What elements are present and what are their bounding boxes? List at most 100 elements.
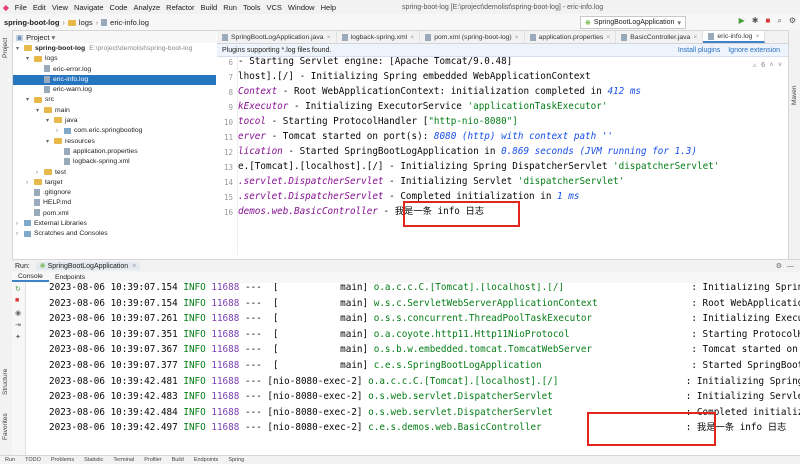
- menu-run[interactable]: Run: [220, 3, 240, 12]
- minimize-icon[interactable]: —: [787, 263, 794, 270]
- menu-help[interactable]: Help: [318, 3, 339, 12]
- menu-code[interactable]: Code: [107, 3, 131, 12]
- tree-item[interactable]: › target: [13, 178, 216, 188]
- tree-item[interactable]: ▾ spring-boot-log E:\project\demolist\spri…: [13, 44, 216, 54]
- chevron-icon[interactable]: ›: [26, 178, 34, 188]
- status-tool-spring[interactable]: Spring: [223, 457, 249, 463]
- editor-tab[interactable]: application.properties ×: [525, 31, 617, 43]
- chevron-icon[interactable]: ›: [56, 126, 64, 136]
- tree-item[interactable]: logback-spring.xml: [13, 157, 216, 167]
- rerun-icon[interactable]: ↻: [15, 285, 21, 293]
- folder-icon: [24, 45, 32, 52]
- tree-item[interactable]: pom.xml: [13, 209, 216, 219]
- editor-line: kExecutor - Initializing ExecutorService…: [238, 101, 608, 112]
- tree-item[interactable]: › Scratches and Consoles: [13, 229, 216, 239]
- tree-item[interactable]: › External Libraries: [13, 219, 216, 229]
- camera-icon[interactable]: ◉: [15, 309, 21, 317]
- tree-item[interactable]: eric-warn.log: [13, 85, 216, 95]
- status-tool-profiler[interactable]: Profiler: [139, 457, 166, 463]
- close-icon[interactable]: ×: [327, 34, 331, 41]
- tree-item[interactable]: eric-info.log: [13, 74, 216, 86]
- breadcrumb-file[interactable]: eric-info.log: [99, 18, 151, 27]
- chevron-icon[interactable]: ›: [36, 168, 44, 178]
- chevron-down-icon[interactable]: ▾: [51, 33, 55, 42]
- chevron-icon[interactable]: ▾: [46, 137, 54, 147]
- project-tool-label[interactable]: Project: [2, 38, 9, 58]
- install-plugins-link[interactable]: Install plugins: [678, 47, 720, 54]
- tree-item[interactable]: application.properties: [13, 147, 216, 157]
- editor-tab[interactable]: eric-info.log ×: [703, 31, 766, 43]
- menu-vcs[interactable]: VCS: [264, 3, 285, 12]
- editor-tab[interactable]: pom.xml (spring-boot-log) ×: [420, 31, 525, 43]
- menu-build[interactable]: Build: [198, 3, 221, 12]
- project-panel-title[interactable]: Project: [26, 33, 49, 42]
- tree-item[interactable]: ▾ resources: [13, 137, 216, 147]
- tree-item[interactable]: ▾ logs: [13, 54, 216, 64]
- tab-console[interactable]: Console: [12, 273, 49, 282]
- breadcrumb-project[interactable]: spring-boot-log: [0, 18, 61, 27]
- close-icon[interactable]: ×: [755, 33, 759, 40]
- tree-item[interactable]: ▾ java: [13, 116, 216, 126]
- structure-tool-label[interactable]: Structure: [2, 369, 9, 395]
- tab-endpoints[interactable]: Endpoints: [49, 274, 91, 281]
- settings-icon[interactable]: ⚙: [789, 16, 796, 26]
- chevron-icon[interactable]: ▾: [26, 54, 34, 64]
- status-tool-statistic[interactable]: Statistic: [79, 457, 108, 463]
- menu-view[interactable]: View: [49, 3, 71, 12]
- file-icon: [44, 65, 50, 73]
- menu-edit[interactable]: Edit: [30, 3, 49, 12]
- menu-navigate[interactable]: Navigate: [71, 3, 107, 12]
- chevron-icon[interactable]: ›: [16, 219, 24, 229]
- menu-window[interactable]: Window: [285, 3, 318, 12]
- status-tool-build[interactable]: Build: [167, 457, 189, 463]
- maven-tool-label[interactable]: Maven: [791, 85, 798, 105]
- editor-tab[interactable]: SpringBootLogApplication.java ×: [217, 31, 337, 43]
- chevron-icon[interactable]: ›: [16, 229, 24, 239]
- status-tool-problems[interactable]: Problems: [46, 457, 79, 463]
- tree-item[interactable]: HELP.md: [13, 198, 216, 208]
- search-icon[interactable]: ⌕: [777, 16, 781, 26]
- chevron-icon[interactable]: ▾: [36, 106, 44, 116]
- status-tool-terminal[interactable]: Terminal: [108, 457, 139, 463]
- menu-analyze[interactable]: Analyze: [130, 3, 163, 12]
- status-tool-run[interactable]: Run: [0, 457, 20, 463]
- editor-tab[interactable]: BasicController.java ×: [616, 31, 704, 43]
- close-icon[interactable]: ×: [515, 34, 519, 41]
- settings-icon[interactable]: ⚙: [776, 262, 782, 270]
- favorites-tool-label[interactable]: Favorites: [2, 413, 9, 440]
- editor-tab[interactable]: logback-spring.xml ×: [337, 31, 421, 43]
- status-tool-todo[interactable]: TODO: [20, 457, 46, 463]
- editor-line: Context - Root WebApplicationContext: in…: [238, 86, 642, 97]
- close-icon[interactable]: ×: [132, 263, 136, 270]
- close-icon[interactable]: ×: [606, 34, 610, 41]
- breadcrumb-folder[interactable]: logs: [66, 18, 95, 27]
- chevron-icon[interactable]: ▾: [46, 116, 54, 126]
- chevron-icon[interactable]: ▾: [16, 44, 24, 54]
- exit-icon[interactable]: ⇥: [15, 321, 21, 329]
- tree-item[interactable]: › test: [13, 168, 216, 178]
- tree-item[interactable]: ▾ main: [13, 106, 216, 116]
- tree-item[interactable]: ▾ src: [13, 95, 216, 105]
- tree-item-label: pom.xml: [43, 209, 69, 217]
- tree-item[interactable]: .gitignore: [13, 188, 216, 198]
- tree-item[interactable]: eric-error.log: [13, 65, 216, 75]
- pin-icon[interactable]: ✦: [15, 333, 21, 341]
- close-icon[interactable]: ×: [693, 34, 697, 41]
- debug-icon[interactable]: ✱: [752, 16, 759, 26]
- run-config-tab[interactable]: ❋ SpringBootLogApplication ×: [35, 262, 141, 270]
- line-number: 13: [223, 163, 233, 172]
- menu-refactor[interactable]: Refactor: [163, 3, 197, 12]
- menu-file[interactable]: File: [12, 3, 30, 12]
- close-icon[interactable]: ×: [410, 34, 414, 41]
- status-tool-endpoints[interactable]: Endpoints: [189, 457, 223, 463]
- inspection-widget[interactable]: ⚠ 6 ˄ ˅: [753, 61, 782, 70]
- stop-icon[interactable]: ■: [15, 297, 19, 304]
- file-icon: [34, 188, 40, 196]
- run-configuration-select[interactable]: ❋ SpringBootLogApplication ▾: [580, 16, 686, 29]
- ignore-extension-link[interactable]: Ignore extension: [728, 47, 780, 54]
- chevron-icon[interactable]: ▾: [26, 95, 34, 105]
- run-icon[interactable]: ▶: [739, 16, 745, 26]
- menu-tools[interactable]: Tools: [240, 3, 264, 12]
- tree-item[interactable]: › com.eric.springbootlog: [13, 126, 216, 136]
- stop-icon[interactable]: ■: [766, 16, 771, 26]
